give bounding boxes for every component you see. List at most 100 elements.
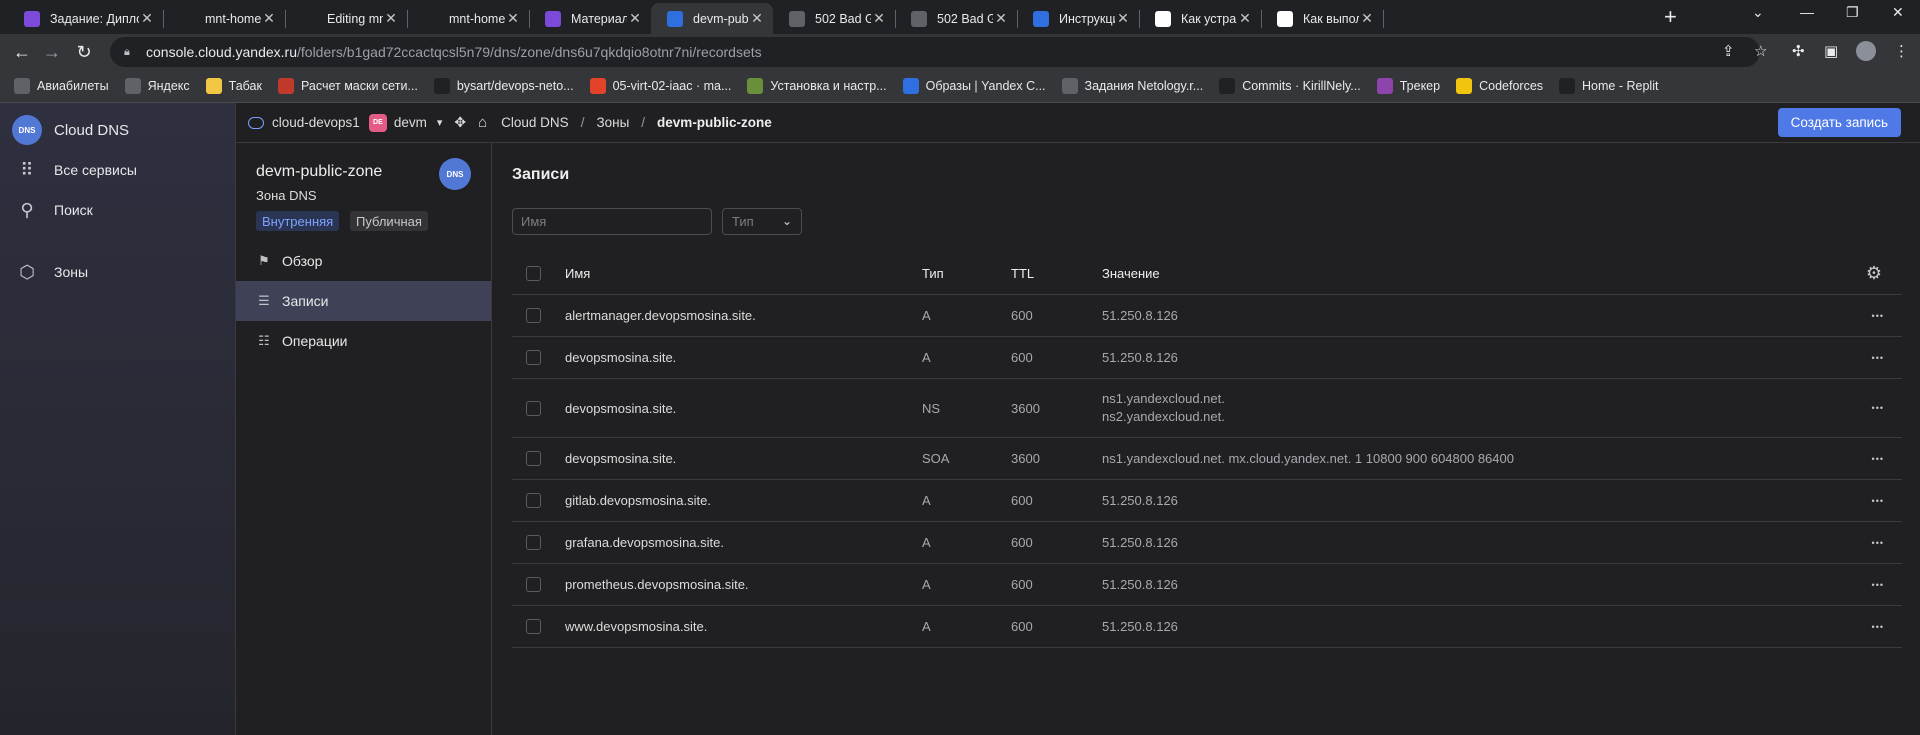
table-row[interactable]: gitlab.devopsmosina.site. A 600 51.250.8.12…	[512, 480, 1902, 522]
restore-icon[interactable]: ❐	[1846, 4, 1859, 21]
tab-close-icon[interactable]: ✕	[383, 10, 399, 27]
table-row[interactable]: www.devopsmosina.site. A 600 51.250.8.126 ••…	[512, 606, 1902, 648]
share-icon[interactable]: ⇪	[1722, 42, 1735, 60]
bookmark-item[interactable]: bysart/devops-neto...	[433, 78, 574, 94]
bookmark-item[interactable]: Установка и настр...	[747, 78, 887, 94]
extensions-icon[interactable]: ✣	[1792, 42, 1805, 60]
browser-tab[interactable]: #ffffff Как выполнить✕	[1261, 3, 1383, 34]
type-filter-select[interactable]: Тип ⌄	[722, 208, 802, 235]
bookmark-item[interactable]: 05-virt-02-iaac · ma...	[589, 78, 731, 94]
cloud-name[interactable]: cloud-devops1	[272, 115, 360, 130]
sidepanel-icon[interactable]: ▣	[1824, 42, 1838, 60]
bookmark-item[interactable]: Трекер	[1376, 78, 1440, 94]
browser-tab[interactable]: #7b4ad8 Материалы: Пр✕	[529, 3, 651, 34]
zone-menu-item[interactable]: ☰ Записи	[236, 281, 491, 321]
row-actions-icon[interactable]: •••	[1872, 522, 1884, 563]
row-actions-icon[interactable]: •••	[1872, 337, 1884, 378]
bookmark-star-icon[interactable]: ☆	[1754, 42, 1767, 60]
column-ttl[interactable]: TTL	[1011, 253, 1034, 294]
address-bar[interactable]: 🔒︎ console.cloud.yandex.ru/folders/b1gad…	[110, 37, 1760, 67]
browser-tab[interactable]: #202124 Editing mnt-hom✕	[285, 3, 407, 34]
browser-tab[interactable]: #2f6fe0 devm-public-zo✕	[651, 3, 773, 34]
tab-search-icon[interactable]: ⌄	[1752, 4, 1764, 21]
home-icon[interactable]: ⌂	[478, 114, 487, 131]
back-icon[interactable]: ←	[10, 40, 34, 64]
name-filter-input[interactable]	[512, 208, 712, 235]
sidebar-item-zones[interactable]: ⬡ Зоны	[12, 257, 88, 287]
bookmark-item[interactable]: Авиабилеты	[14, 78, 109, 94]
folder-name[interactable]: devm	[394, 115, 427, 130]
row-checkbox[interactable]	[526, 493, 541, 508]
gear-icon[interactable]: ⚙	[1866, 253, 1882, 294]
create-record-button[interactable]: Создать запись	[1777, 108, 1901, 137]
row-checkbox[interactable]	[526, 619, 541, 634]
bookmark-item[interactable]: Home - Replit	[1559, 78, 1658, 94]
tab-close-icon[interactable]: ✕	[993, 10, 1009, 27]
browser-tab[interactable]: #7b4ad8 Задание: Дипло✕	[8, 3, 163, 34]
tab-close-icon[interactable]: ✕	[871, 10, 887, 27]
row-checkbox[interactable]	[526, 308, 541, 323]
tab-close-icon[interactable]: ✕	[1359, 10, 1375, 27]
table-row[interactable]: devopsmosina.site. SOA 3600 ns1.yandexcloud…	[512, 438, 1902, 480]
bookmark-item[interactable]: Табак	[205, 78, 262, 94]
bookmark-item[interactable]: Codeforces	[1456, 78, 1543, 94]
table-row[interactable]: alertmanager.devopsmosina.site. A 600 51.25…	[512, 295, 1902, 337]
type-filter-label: Тип	[732, 214, 754, 229]
bookmark-label: Home - Replit	[1582, 79, 1659, 93]
bookmark-item[interactable]: Расчет маски сети...	[277, 78, 418, 94]
reload-icon[interactable]: ↻	[72, 40, 96, 64]
table-row[interactable]: devopsmosina.site. A 600 51.250.8.126 •••	[512, 337, 1902, 379]
tab-title: Editing mnt-hom	[327, 11, 383, 26]
browser-tab[interactable]: #5f6368 502 Bad Gatewa✕	[773, 3, 895, 34]
tab-close-icon[interactable]: ✕	[627, 10, 643, 27]
chevron-down-icon[interactable]: ▾	[437, 116, 443, 129]
service-header[interactable]: DNS Cloud DNS	[12, 115, 129, 145]
crumb-service[interactable]: Cloud DNS	[501, 115, 569, 130]
tab-close-icon[interactable]: ✕	[505, 10, 521, 27]
minimize-icon[interactable]: —	[1800, 4, 1814, 20]
all-services-link[interactable]: ⠿ Все сервисы	[12, 155, 137, 185]
zone-menu-item[interactable]: ☷ Операции	[236, 321, 491, 361]
tab-close-icon[interactable]: ✕	[261, 10, 277, 27]
bookmark-item[interactable]: Яндекс	[124, 78, 190, 94]
search-link[interactable]: ⚲ Поиск	[12, 195, 92, 225]
table-row[interactable]: prometheus.devopsmosina.site. A 600 51.250.…	[512, 564, 1902, 606]
table-row[interactable]: grafana.devopsmosina.site. A 600 51.250.8.1…	[512, 522, 1902, 564]
profile-avatar[interactable]	[1856, 41, 1876, 61]
row-checkbox[interactable]	[526, 451, 541, 466]
settings-nodes-icon[interactable]: ✥	[454, 114, 466, 131]
column-type[interactable]: Тип	[922, 253, 944, 294]
zone-menu-item[interactable]: ⚑ Обзор	[236, 241, 491, 281]
new-tab-button[interactable]: +	[1664, 4, 1677, 30]
browser-tab[interactable]: #202124 mnt-homework✕	[163, 3, 285, 34]
bookmark-item[interactable]: Commits · KirillNely...	[1219, 78, 1361, 94]
tab-close-icon[interactable]: ✕	[749, 10, 765, 27]
browser-tab[interactable]: #2f6fe0 Инструкция по✕	[1017, 3, 1139, 34]
tab-close-icon[interactable]: ✕	[139, 10, 155, 27]
row-actions-icon[interactable]: •••	[1872, 438, 1884, 479]
column-value[interactable]: Значение	[1102, 253, 1160, 294]
row-actions-icon[interactable]: •••	[1872, 379, 1884, 437]
bookmark-item[interactable]: Образы | Yandex C...	[902, 78, 1046, 94]
row-checkbox[interactable]	[526, 535, 541, 550]
tab-close-icon[interactable]: ✕	[1115, 10, 1131, 27]
bookmark-item[interactable]: Задания Netology.r...	[1061, 78, 1203, 94]
browser-tab[interactable]: #202124 mnt-homework✕	[407, 3, 529, 34]
close-window-icon[interactable]: ✕	[1892, 4, 1904, 21]
browser-tab[interactable]: #ffffff Как устранить✕	[1139, 3, 1261, 34]
tab-close-icon[interactable]: ✕	[1237, 10, 1253, 27]
forward-icon[interactable]: →	[40, 40, 64, 64]
row-actions-icon[interactable]: •••	[1872, 480, 1884, 521]
browser-tab[interactable]: #5f6368 502 Bad Gatewa✕	[895, 3, 1017, 34]
table-row[interactable]: devopsmosina.site. NS 3600 ns1.yandexcloud.…	[512, 379, 1902, 438]
menu-kebab-icon[interactable]: ⋮	[1894, 42, 1909, 60]
crumb-zones[interactable]: Зоны	[596, 115, 629, 130]
row-actions-icon[interactable]: •••	[1872, 606, 1884, 647]
row-checkbox[interactable]	[526, 400, 541, 416]
row-checkbox[interactable]	[526, 577, 541, 592]
row-actions-icon[interactable]: •••	[1872, 295, 1884, 336]
row-checkbox[interactable]	[526, 350, 541, 365]
row-actions-icon[interactable]: •••	[1872, 564, 1884, 605]
select-all-checkbox[interactable]	[526, 266, 541, 281]
column-name[interactable]: Имя	[565, 253, 590, 294]
